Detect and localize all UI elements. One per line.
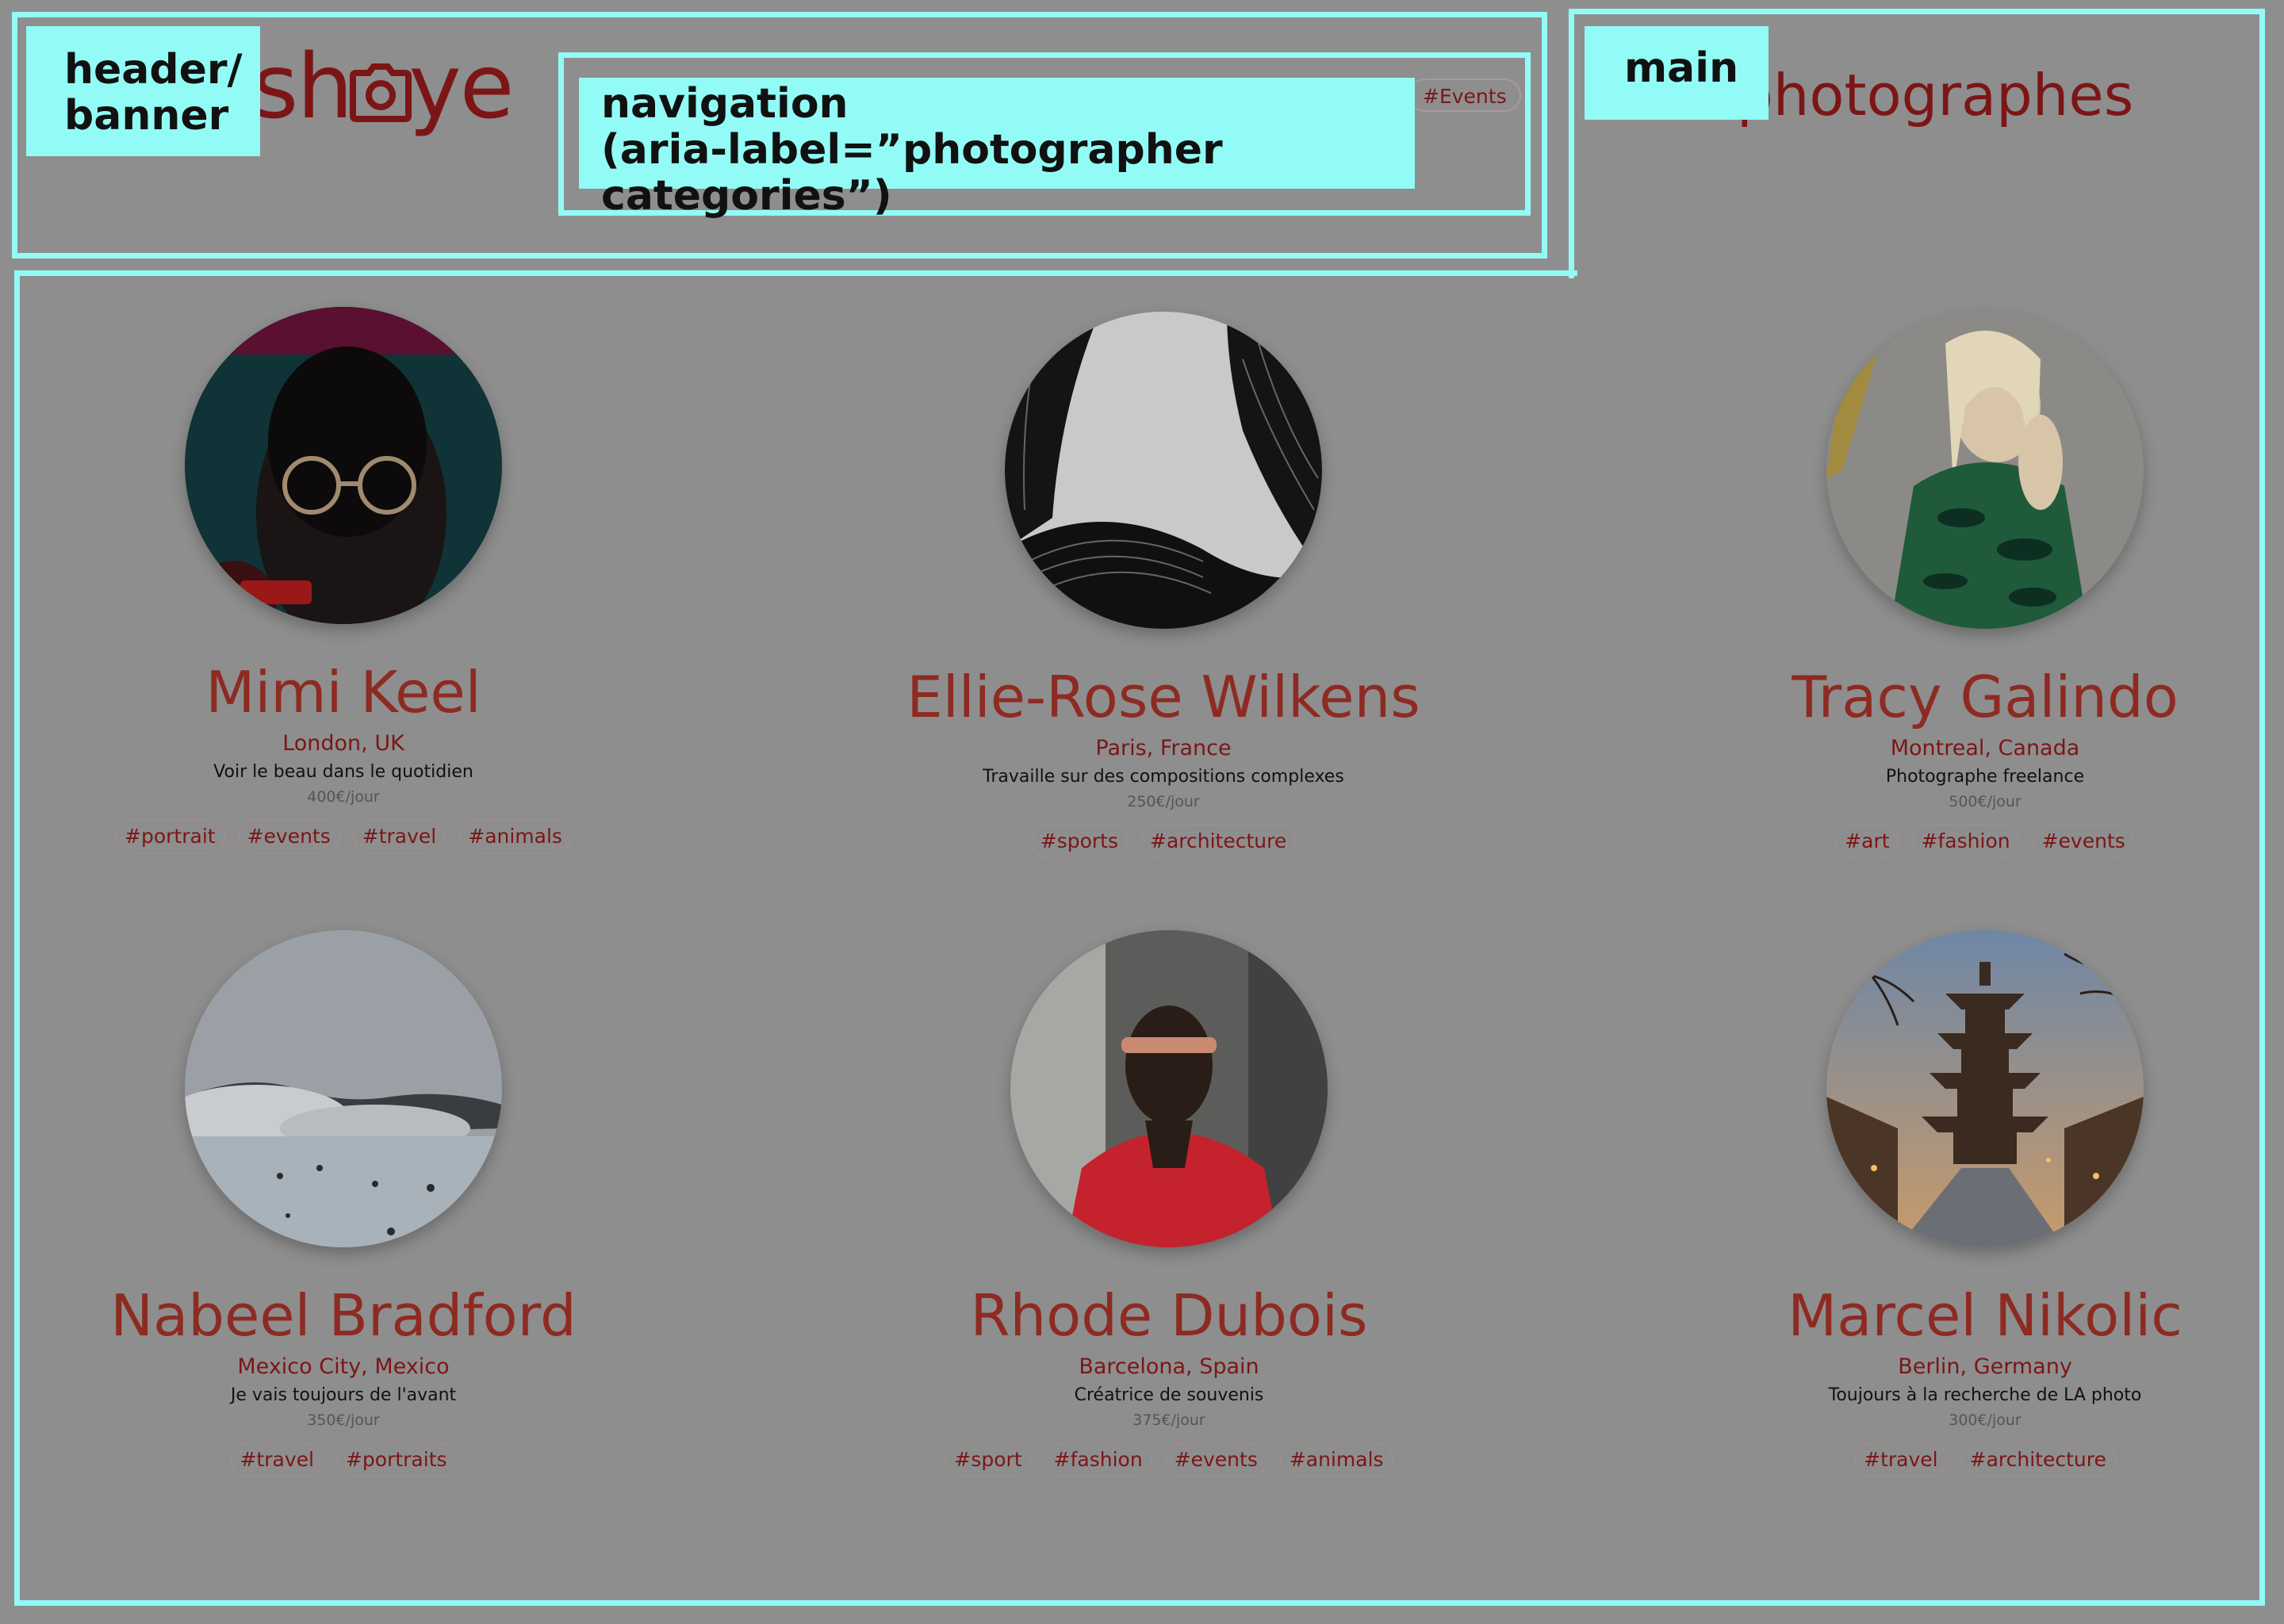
photographer-location: Barcelona, Spain: [1079, 1354, 1259, 1379]
photographer-location: Berlin, Germany: [1898, 1354, 2072, 1379]
tag-travel[interactable]: #travel: [230, 1442, 324, 1477]
main-annotation-frame-edge: [14, 270, 1577, 276]
tag-fashion[interactable]: #fashion: [1911, 824, 2020, 859]
fisheye-logo[interactable]: sh ye: [252, 32, 515, 143]
camera-icon: [350, 36, 412, 122]
tag-architecture[interactable]: #architecture: [1960, 1442, 2116, 1477]
page-title: photographes: [1737, 62, 2134, 128]
photographer-price: 300€/jour: [1949, 1411, 2021, 1429]
tag-travel[interactable]: #travel: [352, 819, 446, 854]
portrait-image: [1826, 930, 2144, 1247]
logo-text-right: ye: [408, 36, 514, 139]
portrait-image: [185, 930, 502, 1247]
photographer-location: Montreal, Canada: [1890, 736, 2080, 760]
tag-portraits[interactable]: #portraits: [335, 1442, 457, 1477]
photographer-tagline: Créatrice de souvenis: [1074, 1385, 1264, 1405]
photographer-location: Paris, France: [1095, 736, 1232, 760]
photographer-card: Mimi Keel London, UK Voir le beau dans l…: [26, 307, 661, 854]
photographer-tagline: Je vais toujours de l'avant: [230, 1385, 457, 1405]
logo-text-left: sh: [252, 36, 353, 139]
photographer-name: Rhode Dubois: [970, 1282, 1368, 1349]
photographer-portrait-link[interactable]: [1010, 930, 1328, 1247]
portrait-image: [1010, 930, 1328, 1247]
photographer-name: Ellie-Rose Wilkens: [906, 664, 1420, 730]
photographer-card: Nabeel Bradford Mexico City, Mexico Je v…: [26, 930, 661, 1477]
nav-tag-events[interactable]: #Events: [1408, 79, 1521, 112]
main-annotation-label: main: [1585, 26, 1769, 120]
tag-art[interactable]: #art: [1835, 824, 1899, 859]
photographer-tags: #sport #fashion #events #animals: [852, 1442, 1486, 1477]
tag-events[interactable]: #events: [2032, 824, 2135, 859]
photographer-tags: #portrait #events #travel #animals: [26, 819, 661, 854]
photographer-card: Rhode Dubois Barcelona, Spain Créatrice …: [852, 930, 1486, 1477]
tag-fashion[interactable]: #fashion: [1044, 1442, 1152, 1477]
photographer-card: Tracy Galindo Montreal, Canada Photograp…: [1668, 312, 2284, 859]
portrait-image: [185, 307, 502, 624]
photographer-portrait-link[interactable]: [1005, 312, 1322, 629]
photographer-portrait-link[interactable]: [185, 307, 502, 624]
photographer-price: 400€/jour: [307, 788, 380, 806]
photographer-tagline: Photographe freelance: [1885, 767, 2085, 787]
photographer-tagline: Travaille sur des compositions complexes: [983, 767, 1344, 787]
tag-events[interactable]: #events: [237, 819, 340, 854]
tag-travel[interactable]: #travel: [1854, 1442, 1948, 1477]
photographer-tags: #travel #portraits: [26, 1442, 661, 1477]
portrait-image: [1005, 312, 1322, 629]
photographer-portrait-link[interactable]: [1826, 930, 2144, 1247]
photographer-card: Marcel Nikolic Berlin, Germany Toujours …: [1668, 930, 2284, 1477]
photographer-name: Tracy Galindo: [1792, 664, 2179, 730]
photographer-portrait-link[interactable]: [1826, 312, 2144, 629]
photographer-card: Ellie-Rose Wilkens Paris, France Travail…: [846, 312, 1481, 859]
photographer-price: 250€/jour: [1127, 793, 1200, 810]
tag-animals[interactable]: #animals: [1279, 1442, 1393, 1477]
photographer-name: Nabeel Bradford: [110, 1282, 577, 1349]
tag-portrait[interactable]: #portrait: [115, 819, 225, 854]
photographer-tags: #art #fashion #events: [1668, 824, 2284, 859]
photographer-price: 500€/jour: [1949, 793, 2021, 810]
photographer-name: Marcel Nikolic: [1788, 1282, 2182, 1349]
photographer-tagline: Toujours à la recherche de LA photo: [1828, 1385, 2142, 1405]
photographer-tagline: Voir le beau dans le quotidien: [213, 762, 473, 782]
tag-sports[interactable]: #sports: [1030, 824, 1129, 859]
tag-sport[interactable]: #sport: [945, 1442, 1032, 1477]
photographer-tags: #travel #architecture: [1668, 1442, 2284, 1477]
photographer-price: 375€/jour: [1132, 1411, 1205, 1429]
header-annotation-label: header/ banner: [26, 26, 260, 156]
photographer-price: 350€/jour: [307, 1411, 380, 1429]
photographer-name: Mimi Keel: [205, 659, 481, 726]
photographer-location: Mexico City, Mexico: [237, 1354, 450, 1379]
tag-events[interactable]: #events: [1164, 1442, 1267, 1477]
photographer-tags: #sports #architecture: [846, 824, 1481, 859]
tag-animals[interactable]: #animals: [458, 819, 572, 854]
tag-architecture[interactable]: #architecture: [1140, 824, 1297, 859]
portrait-image: [1826, 312, 2144, 629]
photographer-portrait-link[interactable]: [185, 930, 502, 1247]
photographer-location: London, UK: [282, 731, 404, 756]
navigation-annotation-label: navigation (aria-label=”photographer cat…: [579, 78, 1415, 219]
